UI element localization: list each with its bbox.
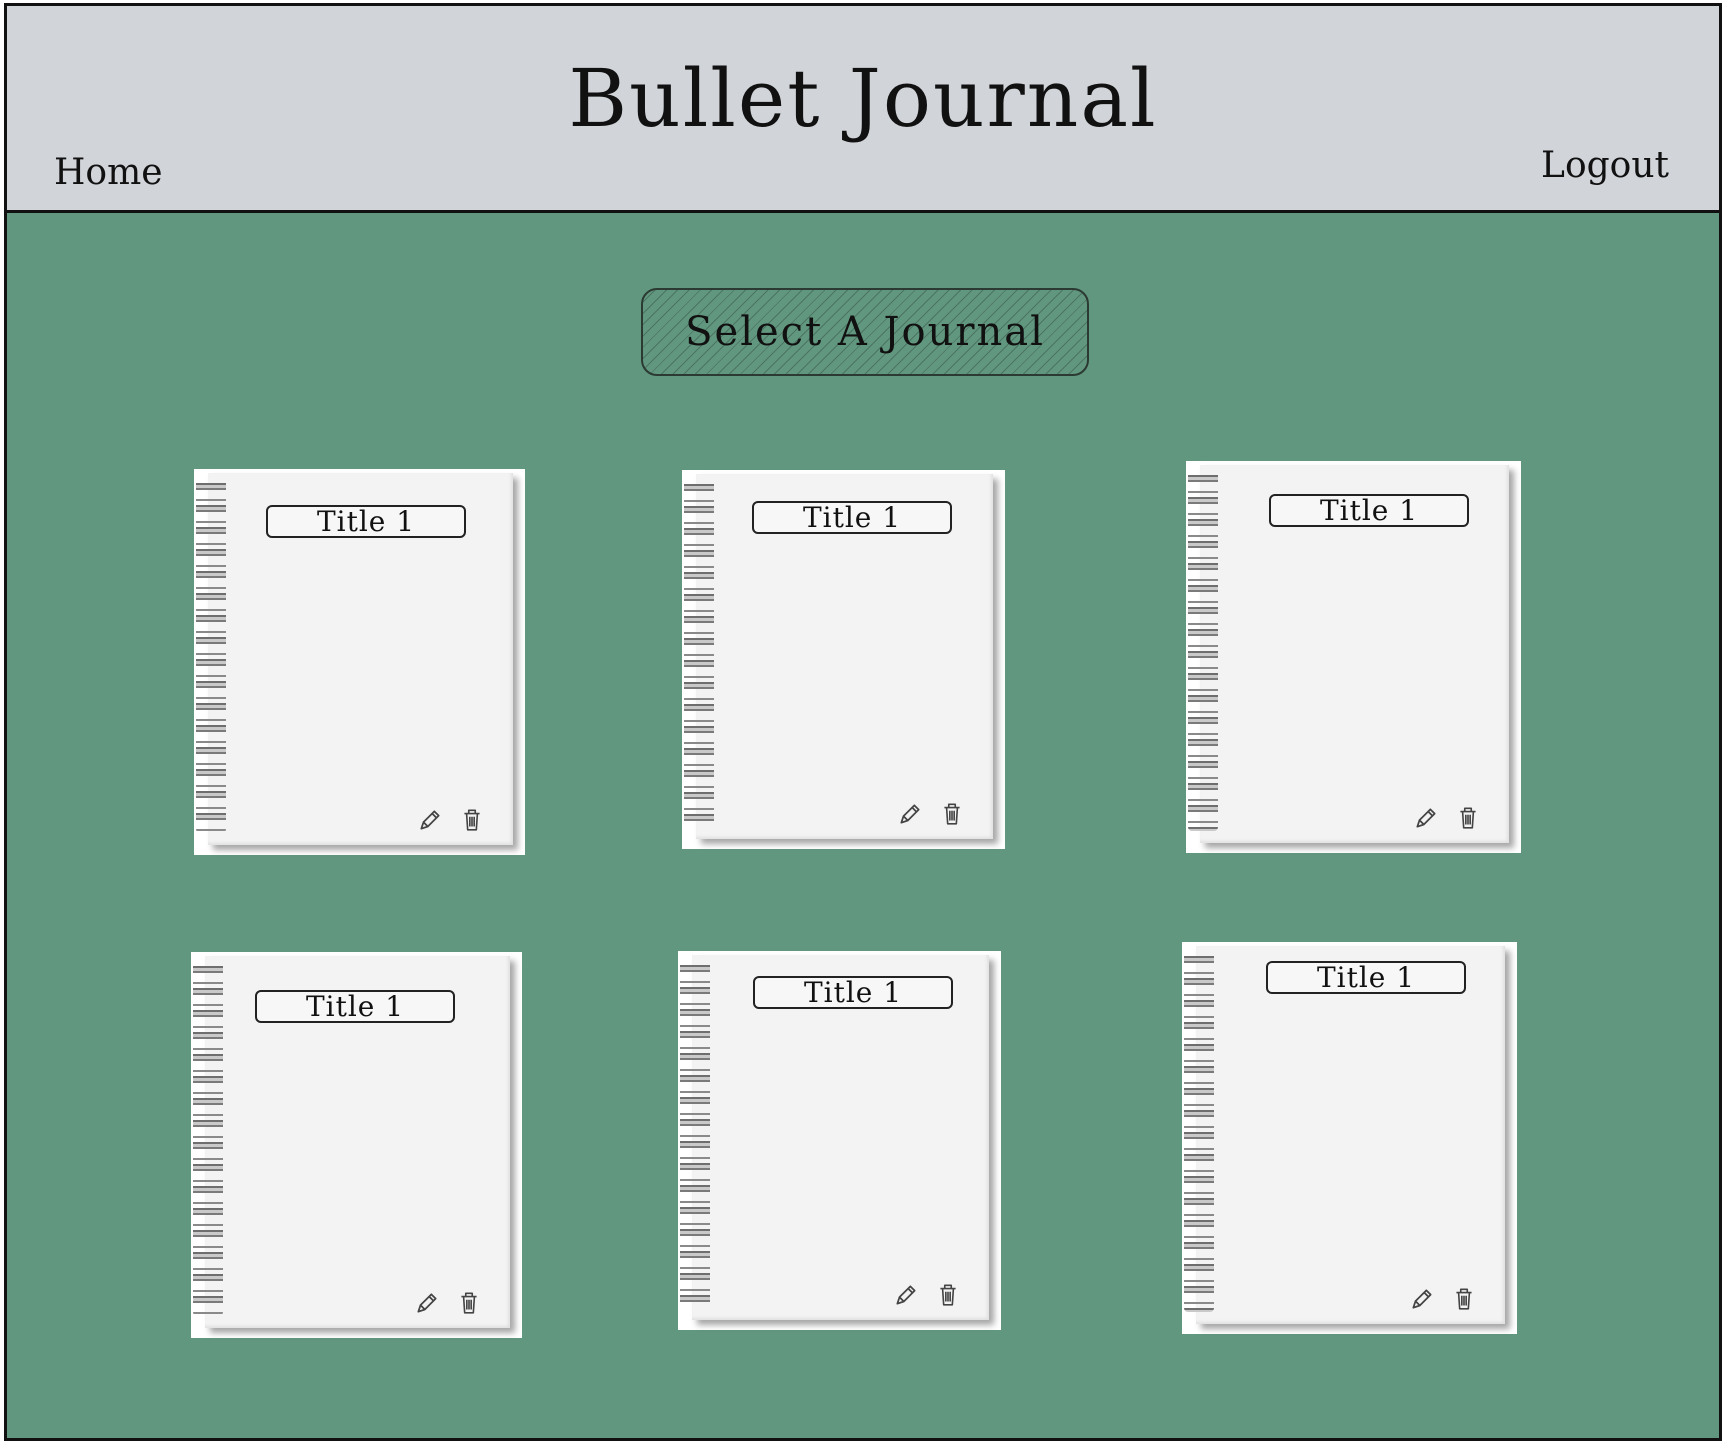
home-link[interactable]: Home [54,152,163,193]
spiral-binding [1184,952,1214,1312]
journal-title: Title 1 [1269,494,1469,527]
pencil-icon[interactable] [417,807,443,833]
journal-card[interactable]: Title 1 [682,470,1005,849]
trash-icon[interactable] [459,807,485,833]
trash-icon[interactable] [1451,1286,1477,1312]
journal-title: Title 1 [753,976,953,1009]
spiral-binding [196,479,226,833]
journal-title: Title 1 [1266,961,1466,994]
header-bar: Bullet Journal Home Logout [7,6,1719,213]
spiral-binding [193,962,223,1316]
pencil-icon[interactable] [1409,1286,1435,1312]
trash-icon[interactable] [1455,805,1481,831]
app-title: Bullet Journal [568,52,1158,145]
trash-icon[interactable] [456,1290,482,1316]
pencil-icon[interactable] [893,1282,919,1308]
journal-card[interactable]: Title 1 [1186,461,1521,853]
trash-icon[interactable] [935,1282,961,1308]
select-journal-banner[interactable]: Select A Journal [641,288,1089,376]
trash-icon[interactable] [939,801,965,827]
journal-title: Title 1 [752,501,952,534]
pencil-icon[interactable] [897,801,923,827]
journal-title: Title 1 [266,505,466,538]
notebook-page [1196,946,1505,1324]
notebook-page [692,955,989,1320]
journal-card[interactable]: Title 1 [194,469,525,855]
pencil-icon[interactable] [1413,805,1439,831]
spiral-binding [680,961,710,1308]
app-window: Bullet Journal Home Logout Select A Jour… [4,3,1722,1441]
spiral-binding [684,480,714,827]
journal-card[interactable]: Title 1 [678,951,1001,1330]
journal-title: Title 1 [255,990,455,1023]
journal-card[interactable]: Title 1 [191,952,522,1338]
spiral-binding [1188,471,1218,831]
pencil-icon[interactable] [414,1290,440,1316]
journal-card[interactable]: Title 1 [1182,942,1517,1334]
logout-link[interactable]: Logout [1541,145,1669,186]
